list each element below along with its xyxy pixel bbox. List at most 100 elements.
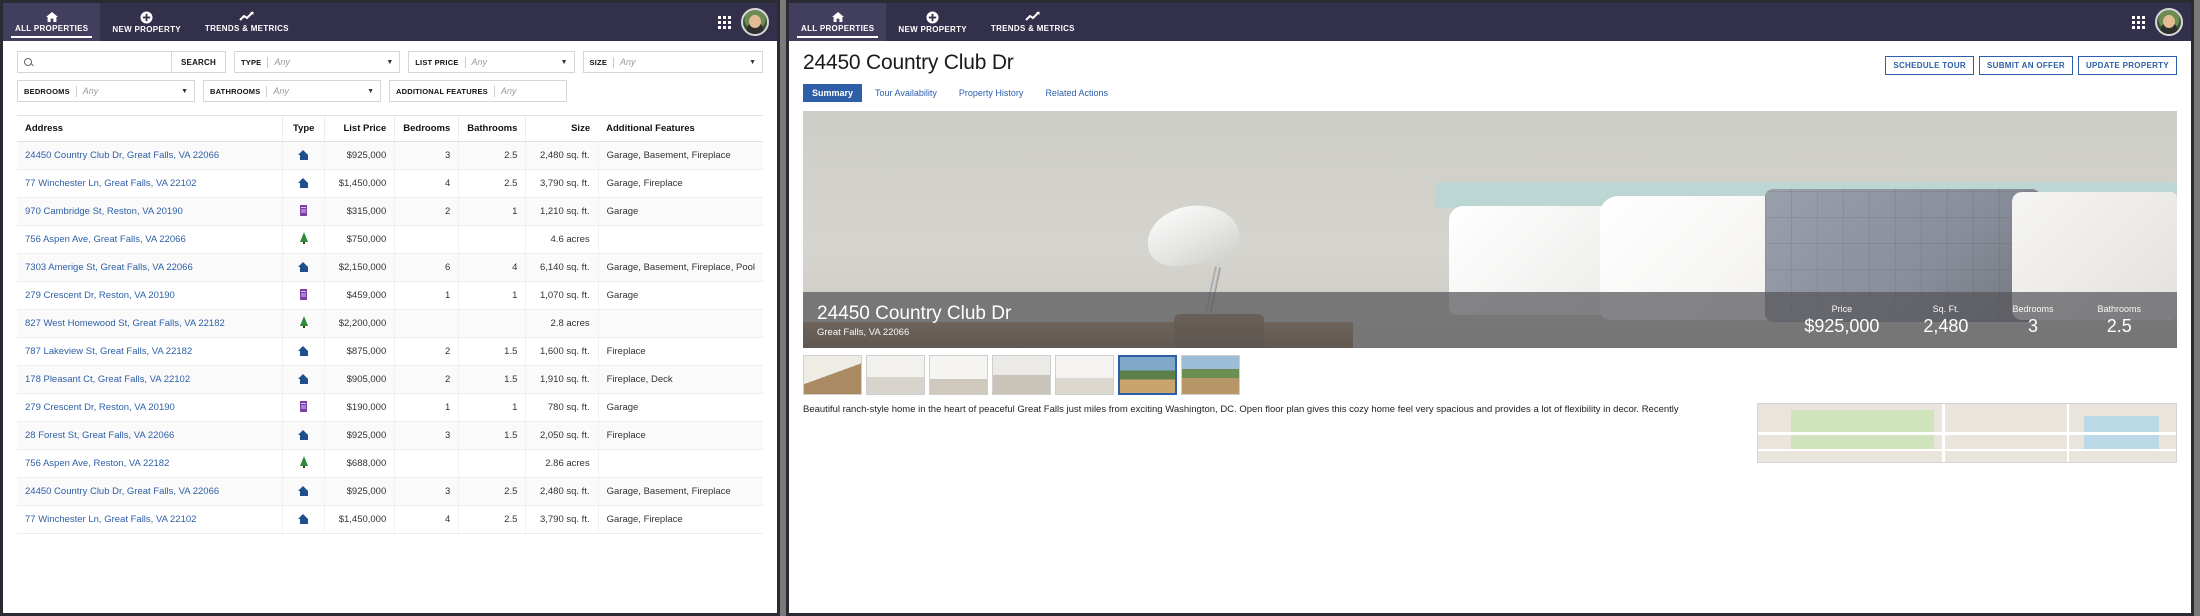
location-map[interactable] [1757,403,2177,463]
property-address-link[interactable]: 28 Forest St, Great Falls, VA 22066 [25,430,174,441]
properties-table: Address Type List Price Bedrooms Bathroo… [17,115,763,534]
cell-additional-features: Garage, Fireplace [597,169,763,198]
thumb-exterior-front[interactable] [1118,355,1177,395]
nav-tab-all-properties[interactable]: ALL PROPERTIES [3,3,101,41]
filter-bedrooms-label: BEDROOMS [24,86,70,96]
property-address-link[interactable]: 756 Aspen Ave, Reston, VA 22182 [25,458,169,469]
col-header-bedrooms[interactable]: Bedrooms [394,115,459,142]
property-address-link[interactable]: 787 Lakeview St, Great Falls, VA 22182 [25,346,192,357]
map-road [1758,449,2176,452]
cell-bedrooms: 6 [394,253,459,282]
house-icon [298,372,309,384]
cell-bedrooms: 2 [394,337,459,366]
tab-summary[interactable]: Summary [803,84,863,102]
col-header-type[interactable]: Type [282,115,325,142]
table-row[interactable]: 970 Cambridge St, Reston, VA 20190 $315,0… [17,197,763,226]
nav-tab-new-property[interactable]: NEW PROPERTY [100,3,193,41]
property-address-link[interactable]: 178 Pleasant Ct, Great Falls, VA 22102 [25,374,190,385]
col-header-additional-features[interactable]: Additional Features [598,115,763,142]
nav-tab-trends-metrics[interactable]: TRENDS & METRICS [193,3,301,41]
col-header-size[interactable]: Size [525,115,599,142]
cell-bedrooms: 2 [394,197,459,226]
table-row[interactable]: 787 Lakeview St, Great Falls, VA 22182 $8… [17,337,763,366]
property-address-link[interactable]: 756 Aspen Ave, Great Falls, VA 22066 [25,234,186,245]
filter-bathrooms-label: BATHROOMS [210,86,261,96]
search-box[interactable] [17,51,172,73]
table-row[interactable]: 77 Winchester Ln, Great Falls, VA 22102 $… [17,169,763,198]
apartment-building-icon [298,204,309,216]
table-row[interactable]: 279 Crescent Dr, Reston, VA 20190 $190,00… [17,393,763,422]
cell-address: 24450 Country Club Dr, Great Falls, VA 2… [17,141,283,170]
thumb-bathroom[interactable] [1055,355,1114,395]
table-row[interactable]: 756 Aspen Ave, Great Falls, VA 22066 $750… [17,225,763,254]
col-header-bathrooms[interactable]: Bathrooms [458,115,526,142]
search-button[interactable]: SEARCH [172,51,226,73]
table-row[interactable]: 756 Aspen Ave, Reston, VA 22182 $688,000 2… [17,449,763,478]
nav-tab-trends-metrics-right[interactable]: TRENDS & METRICS [979,3,1087,41]
table-row[interactable]: 28 Forest St, Great Falls, VA 22066 $925,… [17,421,763,450]
filter-row-2: BEDROOMS Any ▼ BATHROOMS Any ▼ ADDITIONA… [17,80,763,102]
stat-bedrooms: Bedrooms 3 [1990,304,2075,337]
cell-bathrooms: 4 [458,253,526,282]
divider [267,56,269,68]
grid-apps-icon[interactable] [2132,15,2145,29]
property-address-link[interactable]: 279 Crescent Dr, Reston, VA 20190 [25,402,175,413]
tab-tour-availability[interactable]: Tour Availability [866,84,946,102]
filter-size-value: Any [620,57,636,67]
thumb-kitchen[interactable] [866,355,925,395]
tab-related-actions[interactable]: Related Actions [1036,84,1117,102]
col-header-list-price[interactable]: List Price [324,115,395,142]
thumb-dining[interactable] [992,355,1051,395]
table-row[interactable]: 77 Winchester Ln, Great Falls, VA 22102 $… [17,505,763,534]
filter-type[interactable]: TYPE Any ▼ [233,51,401,73]
chevron-down-icon: ▼ [560,58,568,66]
update-property-button[interactable]: UPDATE PROPERTY [2077,56,2177,75]
property-address-link[interactable]: 279 Crescent Dr, Reston, VA 20190 [25,290,175,301]
nav-tab-all-properties-right[interactable]: ALL PROPERTIES [789,3,887,41]
thumb-bedroom-desk[interactable] [803,355,862,395]
table-row[interactable]: 7303 Amerige St, Great Falls, VA 22066 $2… [17,253,763,282]
navbar-right-group [2132,3,2191,41]
search-input[interactable] [37,57,165,67]
user-avatar[interactable] [2155,8,2183,36]
cell-type [282,169,325,198]
user-avatar[interactable] [741,8,769,36]
map-road [1941,404,1945,462]
cell-bedrooms: 1 [394,393,459,422]
table-row[interactable]: 24450 Country Club Dr, Great Falls, VA 2… [17,141,763,170]
filter-size[interactable]: SIZE Any ▼ [582,51,764,73]
table-row[interactable]: 24450 Country Club Dr, Great Falls, VA 2… [17,477,763,506]
thumb-living-room[interactable] [929,355,988,395]
hero-image[interactable]: 24450 Country Club Dr Great Falls, VA 22… [803,111,2177,348]
table-row[interactable]: 279 Crescent Dr, Reston, VA 20190 $459,00… [17,281,763,310]
nav-tab-new-property-right[interactable]: NEW PROPERTY [886,3,979,41]
cell-address: 827 West Homewood St, Great Falls, VA 22… [17,309,283,338]
property-address-link[interactable]: 7303 Amerige St, Great Falls, VA 22066 [25,262,193,273]
table-row[interactable]: 827 West Homewood St, Great Falls, VA 22… [17,309,763,338]
cell-additional-features: Garage [597,393,763,422]
cell-address: 756 Aspen Ave, Great Falls, VA 22066 [17,225,283,254]
cell-bathrooms: 1 [458,281,526,310]
apartment-building-icon [298,400,309,412]
cell-type [282,141,325,170]
property-address-link[interactable]: 827 West Homewood St, Great Falls, VA 22… [25,318,225,329]
filter-additional-features[interactable]: ADDITIONAL FEATURES Any [389,80,567,102]
grid-apps-icon[interactable] [718,15,731,29]
table-row[interactable]: 178 Pleasant Ct, Great Falls, VA 22102 $9… [17,365,763,394]
property-address-link[interactable]: 77 Winchester Ln, Great Falls, VA 22102 [25,514,196,525]
property-address-link[interactable]: 24450 Country Club Dr, Great Falls, VA 2… [25,150,219,161]
cell-additional-features [597,309,763,338]
col-header-address[interactable]: Address [17,115,283,142]
tab-property-history[interactable]: Property History [950,84,1033,102]
thumb-exterior-yard[interactable] [1181,355,1240,395]
cell-address: 7303 Amerige St, Great Falls, VA 22066 [17,253,283,282]
schedule-tour-button[interactable]: SCHEDULE TOUR [1885,56,1974,75]
filter-list-price[interactable]: LIST PRICE Any ▼ [408,51,575,73]
filter-bedrooms[interactable]: BEDROOMS Any ▼ [17,80,195,102]
map-park-area [1791,409,1934,451]
property-address-link[interactable]: 970 Cambridge St, Reston, VA 20190 [25,206,183,217]
submit-an-offer-button[interactable]: SUBMIT AN OFFER [1978,56,2073,75]
property-address-link[interactable]: 24450 Country Club Dr, Great Falls, VA 2… [25,486,219,497]
filter-bathrooms[interactable]: BATHROOMS Any ▼ [203,80,381,102]
property-address-link[interactable]: 77 Winchester Ln, Great Falls, VA 22102 [25,178,196,189]
